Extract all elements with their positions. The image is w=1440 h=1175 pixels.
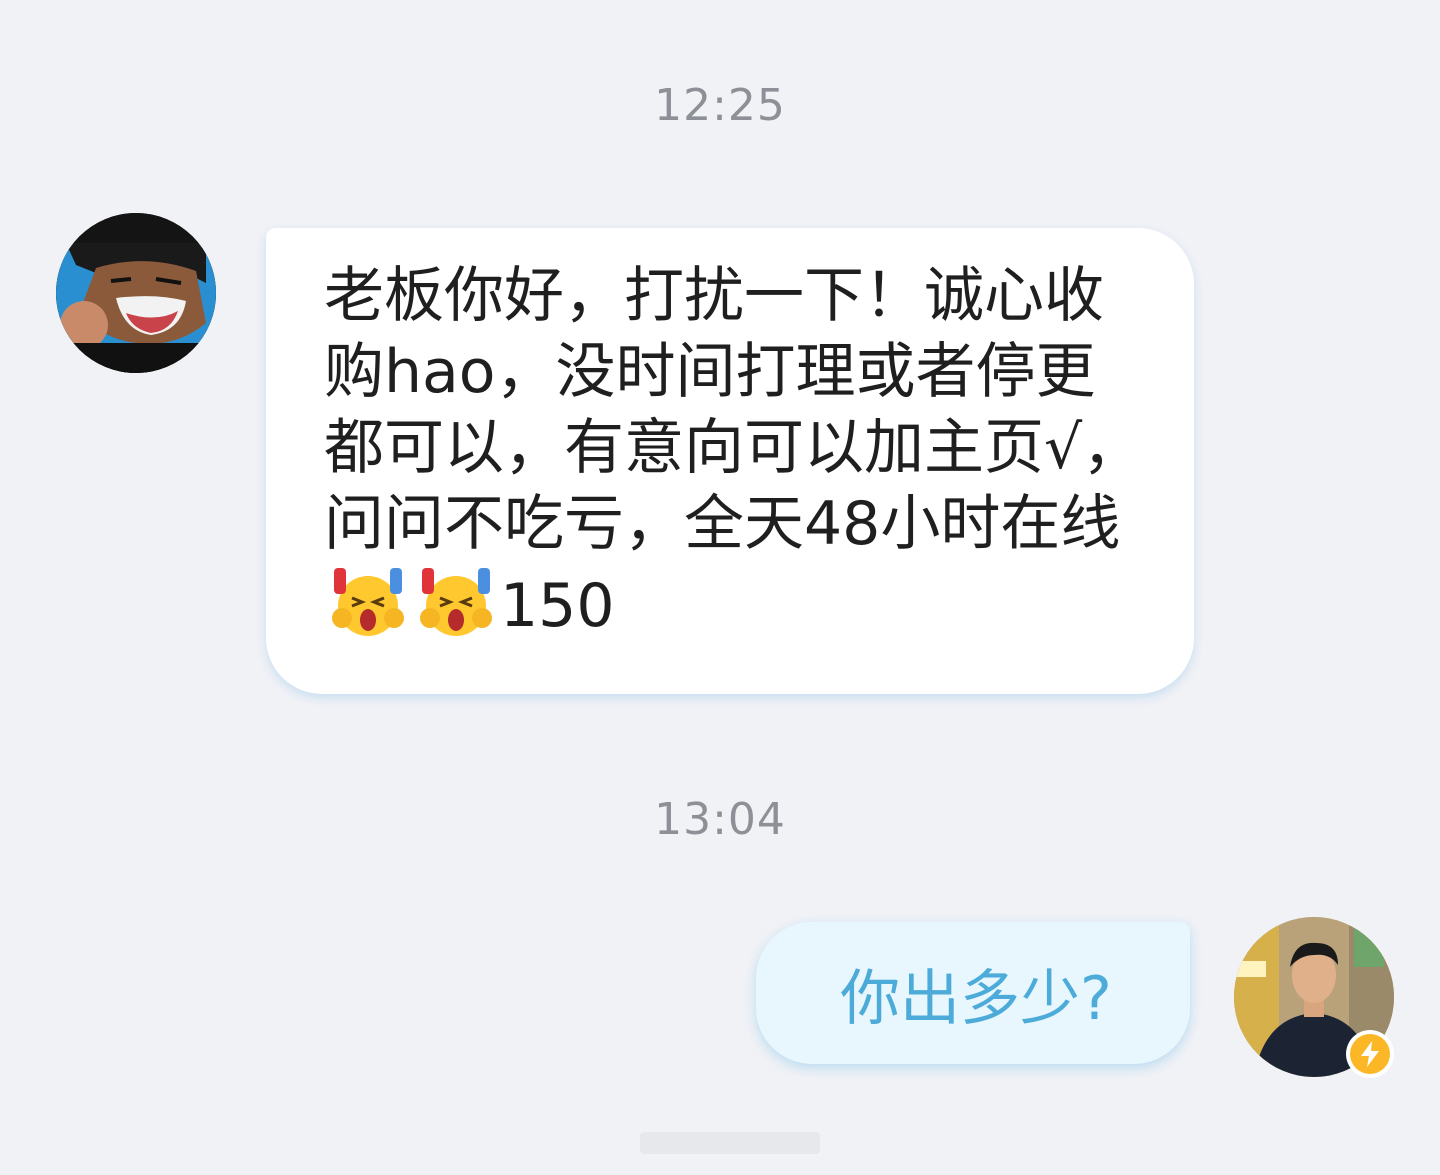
lightning-icon <box>1350 1034 1390 1074</box>
message-text-part: 150 <box>500 571 615 641</box>
outgoing-message-bubble[interactable]: 你出多少? <box>756 922 1190 1064</box>
anime-laughing-man-avatar-icon <box>56 213 216 373</box>
incoming-message-text: 老板你好，打扰一下！诚心收购hao，没时间打理或者停更都可以，有意向可以加主页√… <box>324 258 1144 644</box>
vip-badge <box>1346 1030 1394 1078</box>
incoming-message-bubble[interactable]: 老板你好，打扰一下！诚心收购hao，没时间打理或者停更都可以，有意向可以加主页√… <box>266 228 1194 694</box>
shocked-face-emoji-icon <box>326 562 410 640</box>
watermark-decoration <box>640 1132 820 1154</box>
timestamp: 12:25 <box>654 80 786 131</box>
message-text-part: 老板你好，打扰一下！诚心收购hao，没时间打理或者停更都可以，有意向可以加主页√… <box>324 261 1143 559</box>
outgoing-message-text: 你出多少? <box>840 963 1112 1034</box>
shocked-face-emoji-icon <box>414 562 498 640</box>
timestamp: 13:04 <box>654 794 786 845</box>
contact-avatar[interactable] <box>56 213 216 373</box>
